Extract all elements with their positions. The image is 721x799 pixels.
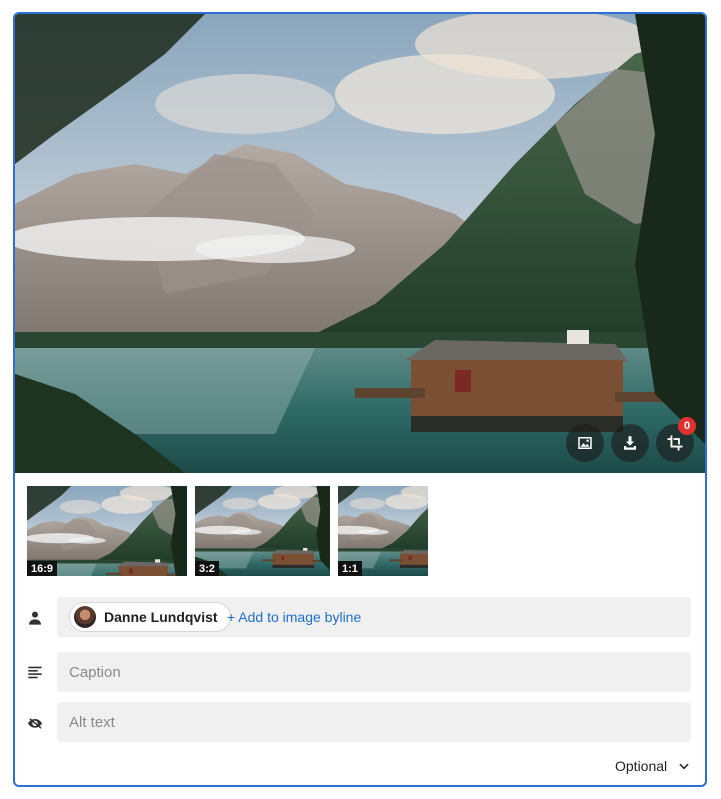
optional-toggle[interactable]: Optional — [615, 758, 691, 774]
image-icon — [578, 437, 592, 449]
crop-ratio-label: 1:1 — [338, 561, 362, 576]
chevron-down-icon — [679, 763, 689, 770]
replace-image-button[interactable] — [566, 424, 604, 462]
author-name: Danne Lundqvist — [104, 609, 218, 625]
caption-input[interactable] — [57, 652, 691, 692]
optional-label: Optional — [615, 758, 668, 774]
author-chip[interactable]: Danne Lundqvist — [69, 602, 231, 632]
landscape-image — [15, 14, 705, 473]
alt-text-input[interactable] — [57, 702, 691, 742]
crop-ratio-label: 3:2 — [195, 561, 219, 576]
eye-off-icon — [23, 711, 47, 735]
crop-thumbnail-3-2[interactable]: 3:2 — [195, 486, 330, 576]
caption-field-wrapper — [57, 652, 691, 692]
main-image[interactable] — [15, 14, 705, 473]
crop-thumbnail-16-9[interactable]: 16:9 — [27, 486, 187, 576]
image-editor-card: 0 16:9 3:2 1:1 Danne Lundqvist + Add to … — [13, 12, 707, 787]
byline-field: Danne Lundqvist + Add to image byline — [57, 597, 691, 637]
download-icon — [624, 436, 636, 450]
alt-text-field-wrapper — [57, 702, 691, 742]
crop-count-badge: 0 — [678, 417, 696, 435]
crop-ratio-label: 16:9 — [27, 561, 58, 576]
add-byline-link[interactable]: + Add to image byline — [227, 609, 361, 625]
avatar — [74, 606, 96, 628]
person-icon — [23, 606, 47, 630]
text-lines-icon — [23, 660, 47, 684]
crop-thumbnail-1-1[interactable]: 1:1 — [338, 486, 428, 576]
download-button[interactable] — [611, 424, 649, 462]
crop-icon — [667, 435, 683, 451]
